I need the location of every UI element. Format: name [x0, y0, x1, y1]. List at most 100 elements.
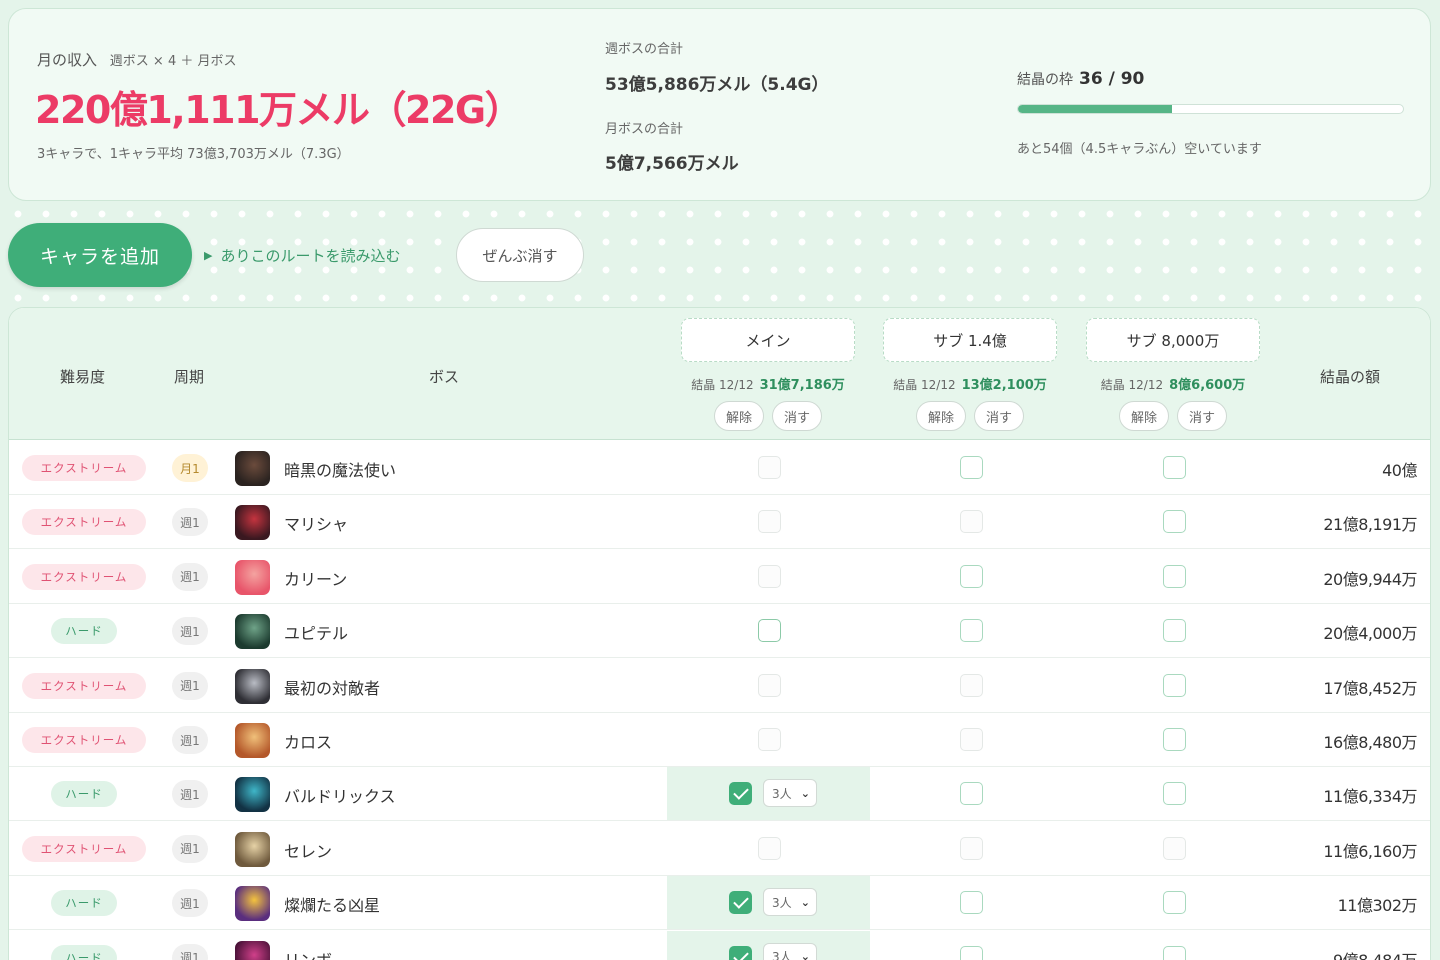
cycle-badge: 週1 — [172, 508, 208, 537]
character-column-sub2: サブ 8,000万 結晶 12/12 8億6,600万 解除 消す — [1086, 318, 1260, 431]
cycle-badge: 週1 — [172, 889, 208, 918]
character-crystal-count: 結晶 12/12 31億7,186万 — [681, 374, 855, 393]
boss-clear-checkbox[interactable] — [1163, 891, 1186, 915]
clear-button[interactable]: 消す — [974, 401, 1024, 431]
boss-clear-checkbox — [960, 510, 983, 534]
character-name-box[interactable]: サブ 1.4億 — [883, 318, 1057, 362]
boss-name: 暗黒の魔法使い — [284, 461, 397, 480]
boss-clear-checkbox[interactable] — [960, 782, 983, 806]
boss-portrait-icon — [235, 886, 270, 922]
character-column-sub1: サブ 1.4億 結晶 12/12 13億2,100万 解除 消す — [883, 318, 1057, 431]
monthly-income-label: 月の収入 週ボス × 4 ＋ 月ボス — [37, 49, 237, 70]
party-size-value: 3人 — [772, 895, 792, 910]
boss-clear-checkbox[interactable] — [1163, 456, 1186, 479]
difficulty-badge: ハード — [51, 618, 117, 645]
clear-button[interactable]: 消す — [1177, 401, 1227, 431]
boss-clear-checkbox — [758, 456, 781, 479]
boss-clear-checkbox[interactable] — [758, 619, 781, 643]
boss-clear-checkbox[interactable] — [960, 891, 983, 915]
boss-clear-checkbox[interactable] — [729, 945, 752, 960]
character-name-box[interactable]: メイン — [681, 318, 855, 362]
table-row: ハード 週1 ユピテル 20億4,000万 — [9, 604, 1430, 659]
monthly-boss-total-label: 月ボスの合計 — [605, 122, 684, 137]
boss-clear-checkbox[interactable] — [1163, 782, 1186, 806]
boss-clear-checkbox — [1163, 836, 1186, 860]
boss-table: 難易度 周期 ボス 結晶の額 メイン 結晶 12/12 31億7,186万 解除 … — [8, 307, 1431, 960]
table-row: ハード 週1 バルドリックス 3人 ⌄ 11億6,334万 — [9, 767, 1430, 822]
table-row: エクストリーム 週1 マリシャ 21億8,191万 — [9, 495, 1430, 550]
chevron-down-icon: ⌄ — [800, 895, 810, 909]
boss-name: カロス — [284, 733, 333, 752]
header-crystal-amount: 結晶の額 — [1320, 368, 1381, 386]
header-cycle: 周期 — [174, 368, 205, 386]
cycle-badge: 週1 — [172, 943, 208, 960]
boss-clear-checkbox[interactable] — [960, 619, 983, 643]
boss-portrait-icon — [235, 668, 270, 704]
party-size-select[interactable]: 3人 ⌄ — [763, 888, 817, 917]
boss-clear-checkbox[interactable] — [1163, 945, 1186, 960]
crystal-slot-remaining: あと54個（4.5キャラぶん）空いています — [1017, 142, 1262, 157]
table-row: ハード 週1 リンボ 3人 ⌄ 9億8,484万 — [9, 930, 1430, 960]
difficulty-badge: エクストリーム — [22, 727, 146, 753]
character-name-box[interactable]: サブ 8,000万 — [1086, 318, 1260, 362]
chevron-down-icon: ⌄ — [800, 786, 810, 800]
load-route-label: ありこのルートを読み込む — [220, 247, 401, 265]
party-size-select[interactable]: 3人 ⌄ — [763, 779, 817, 808]
boss-clear-checkbox[interactable] — [960, 945, 983, 960]
crystal-total-value: 8億6,600万 — [1169, 378, 1246, 393]
boss-clear-checkbox[interactable] — [729, 891, 752, 915]
boss-clear-checkbox — [758, 728, 781, 751]
boss-clear-checkbox[interactable] — [1163, 728, 1186, 751]
boss-clear-checkbox — [758, 673, 781, 697]
difficulty-badge: エクストリーム — [22, 455, 146, 481]
cycle-badge: 月1 — [172, 454, 208, 482]
boss-portrait-icon — [235, 777, 270, 813]
crystal-total-value: 31億7,186万 — [759, 378, 845, 393]
crystal-slot-count: 36 / 90 — [1079, 69, 1145, 89]
weekly-boss-total-value: 53億5,886万メル（5.4G） — [605, 75, 829, 95]
party-size-value: 3人 — [772, 950, 792, 960]
boss-name: マリシャ — [284, 515, 349, 535]
crystal-slot-progress-fill — [1018, 105, 1172, 113]
summary-card: 月の収入 週ボス × 4 ＋ 月ボス 220億1,111万メル（22G） 3キャ… — [8, 8, 1431, 201]
boss-clear-checkbox[interactable] — [960, 564, 983, 588]
boss-portrait-icon — [235, 723, 270, 758]
boss-clear-checkbox[interactable] — [1163, 564, 1186, 588]
boss-clear-checkbox[interactable] — [1163, 619, 1186, 643]
crystal-amount: 40億 — [1382, 461, 1417, 480]
difficulty-badge: エクストリーム — [22, 835, 146, 862]
boss-clear-checkbox[interactable] — [1163, 510, 1186, 534]
add-character-button[interactable]: キャラを追加 — [8, 223, 192, 287]
difficulty-badge: エクストリーム — [22, 509, 146, 536]
boss-clear-checkbox[interactable] — [729, 782, 752, 806]
chevron-down-icon: ⌄ — [800, 950, 810, 960]
boss-portrait-icon — [235, 831, 270, 867]
boss-name: ユピテル — [284, 624, 349, 644]
boss-clear-checkbox[interactable] — [960, 456, 983, 479]
release-button[interactable]: 解除 — [1119, 401, 1169, 431]
cycle-badge: 週1 — [172, 671, 208, 700]
party-size-select[interactable]: 3人 ⌄ — [763, 942, 817, 960]
character-crystal-count: 結晶 12/12 13億2,100万 — [883, 374, 1057, 393]
boss-clear-checkbox — [758, 510, 781, 534]
clear-all-button[interactable]: ぜんぶ消す — [456, 228, 584, 282]
boss-clear-checkbox[interactable] — [1163, 673, 1186, 697]
weekly-boss-total-label: 週ボスの合計 — [605, 42, 684, 57]
clear-button[interactable]: 消す — [772, 401, 822, 431]
monthly-income-value: 220億1,111万メル（22G） — [35, 88, 523, 132]
difficulty-badge: ハード — [51, 944, 117, 960]
load-route-link[interactable]: ▶ ありこのルートを読み込む — [204, 245, 400, 266]
release-button[interactable]: 解除 — [916, 401, 966, 431]
release-button[interactable]: 解除 — [714, 401, 764, 431]
boss-clear-checkbox — [758, 836, 781, 860]
crystal-amount: 20億4,000万 — [1323, 624, 1417, 644]
play-triangle-icon: ▶ — [204, 249, 213, 262]
header-difficulty: 難易度 — [60, 368, 106, 386]
boss-portrait-icon — [235, 505, 270, 541]
table-row: ハード 週1 燦爛たる凶星 3人 ⌄ 11億302万 — [9, 876, 1430, 931]
cycle-badge: 週1 — [172, 617, 208, 646]
income-formula: 週ボス × 4 ＋ 月ボス — [109, 54, 237, 69]
cycle-badge: 週1 — [172, 726, 208, 754]
crystal-amount: 11億6,160万 — [1323, 841, 1417, 861]
cycle-badge: 週1 — [172, 834, 208, 863]
